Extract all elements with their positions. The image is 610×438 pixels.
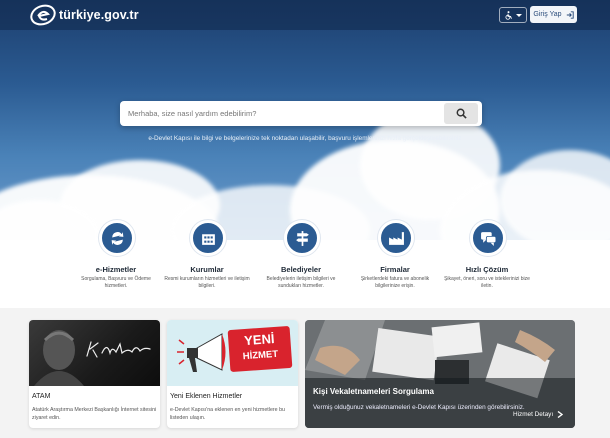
new-services-card[interactable]: YENİ HİZMET Yeni Eklenen Hizmetler e-Dev… [167, 320, 298, 428]
new-service-badge: YENİ HİZMET [227, 325, 293, 373]
logo-text: türkiye.gov.tr [59, 8, 139, 22]
service-detail-label: Hizmet Detayı [513, 411, 554, 418]
badge-line-1: YENİ [243, 330, 275, 349]
building-icon [190, 220, 226, 256]
hero-tagline: e-Devlet Kapısı ile bilgi ve belgelerini… [148, 135, 462, 142]
atam-card[interactable]: ATAM Atatürk Araştırma Merkezi Başkanlığ… [29, 320, 160, 428]
new-services-image: YENİ HİZMET [167, 320, 298, 386]
site-logo[interactable]: türkiye.gov.tr [30, 4, 139, 26]
search-button[interactable] [444, 103, 478, 124]
factory-icon [378, 220, 414, 256]
accessibility-button[interactable] [499, 7, 527, 23]
page: türkiye.gov.tr Giriş Yap Merhaba, size n… [0, 0, 610, 438]
search-input[interactable] [120, 101, 442, 126]
sign-in-icon [566, 10, 574, 19]
service-desc: Belediyelerin iletişim bilgileri ve sund… [266, 276, 336, 289]
service-title: Hızlı Çözüm [465, 265, 509, 274]
card-desc: e-Devlet Kapısı'na eklenen en yeni hizme… [170, 407, 285, 421]
search-icon [456, 108, 467, 119]
signature-image [86, 341, 151, 358]
service-desc: Şikayet, öneri, soru ve isteklerinizi bi… [444, 276, 530, 289]
services-strip: e-Hizmetler Sorgulama, Başvuru ve Ödeme … [0, 220, 610, 308]
service-desc: Sorgulama, Başvuru ve Ödeme hizmetleri. [81, 276, 151, 289]
signpost-icon [284, 220, 320, 256]
ataturk-portrait-image [29, 320, 160, 386]
top-header: türkiye.gov.tr Giriş Yap [0, 0, 610, 30]
e-devlet-logo-icon [30, 4, 56, 26]
featured-title: Kişi Vekaletnameleri Sorgulama [313, 387, 434, 396]
service-desc: Resmi kurumların hizmetleri ve iletişim … [164, 276, 250, 289]
hero-banner: türkiye.gov.tr Giriş Yap Merhaba, size n… [0, 0, 610, 240]
login-label: Giriş Yap [533, 11, 562, 18]
featured-desc: Vermiş olduğunuz vekaletnameleri e-Devle… [313, 404, 525, 411]
service-desc: Şirketlerdeki fatura ve abonelik bilgile… [360, 276, 430, 289]
card-title: ATAM [32, 393, 51, 400]
caret-down-icon [516, 13, 522, 17]
chevron-right-icon [557, 411, 564, 418]
badge-line-2: HİZMET [242, 348, 279, 363]
chat-bubbles-icon [470, 220, 506, 256]
card-title: Yeni Eklenen Hizmetler [170, 393, 243, 400]
card-desc: Atatürk Araştırma Merkezi Başkanlığı İnt… [32, 407, 157, 421]
featured-card[interactable]: Kişi Vekaletnameleri Sorgulama Vermiş ol… [305, 320, 575, 428]
login-button[interactable]: Giriş Yap [530, 6, 577, 23]
wheelchair-icon [505, 10, 512, 20]
search-box [120, 101, 482, 126]
service-detail-link[interactable]: Hizmet Detayı [513, 411, 564, 418]
refresh-arrows-icon [99, 220, 135, 256]
